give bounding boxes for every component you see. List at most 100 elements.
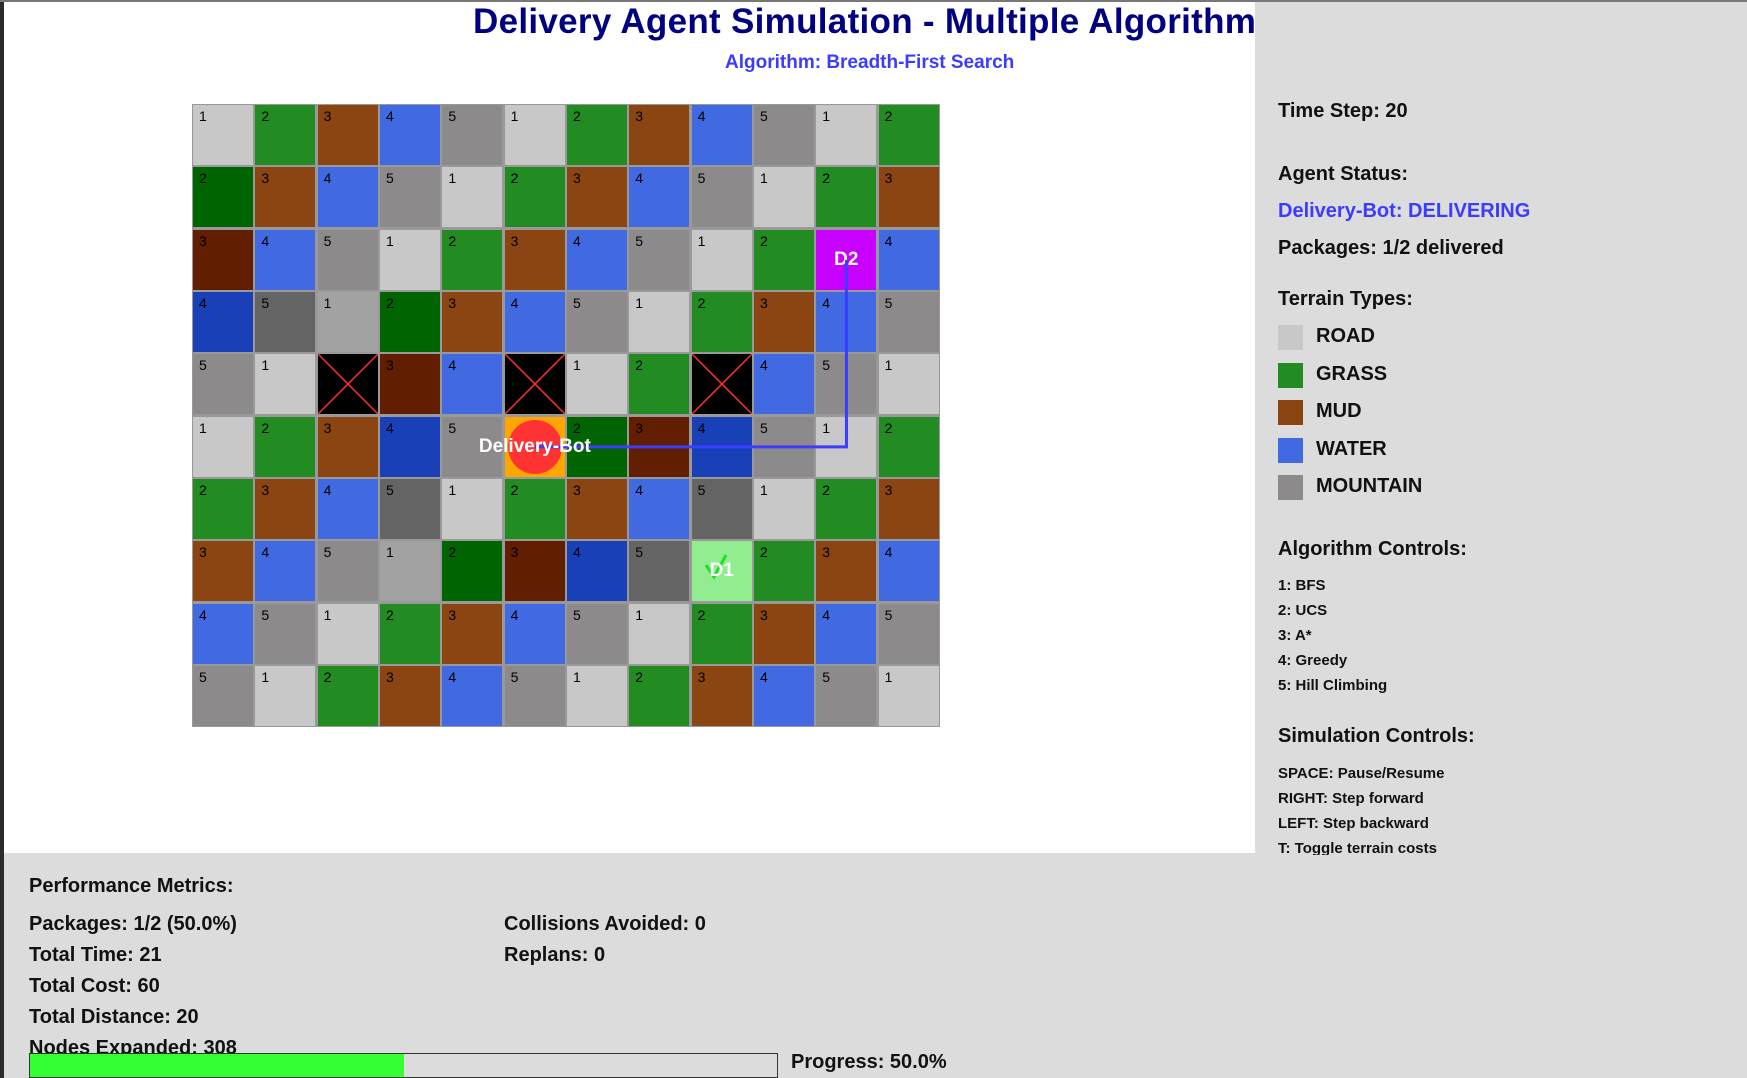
grid-cell[interactable]: 4 [691,105,752,165]
grid-cell[interactable]: 4 [878,541,939,602]
grid-cell[interactable]: 2 [255,416,316,477]
grid-cell[interactable]: 5 [566,291,627,352]
obstacle-cell[interactable] [504,353,566,415]
grid-cell[interactable]: 3 [629,416,690,477]
grid-cell[interactable]: 4 [816,603,877,664]
grid-cell[interactable]: 3 [317,416,378,477]
grid-cell[interactable]: 5 [317,541,378,602]
grid-cell[interactable]: 1 [816,416,877,477]
grid-cell[interactable]: 1 [317,603,378,664]
obstacle-cell[interactable] [691,353,753,415]
grid-cell[interactable]: 4 [566,541,627,602]
grid-cell[interactable]: 2 [878,416,939,477]
grid-cell[interactable]: 3 [317,105,378,165]
grid-cell[interactable]: 4 [255,229,316,290]
grid-cell[interactable]: 5 [566,603,627,664]
destination-d1[interactable]: D1 [691,541,752,602]
grid-cell[interactable]: 3 [504,229,565,290]
grid-cell[interactable]: 2 [442,541,503,602]
grid-cell[interactable]: 3 [255,167,316,228]
grid-cell[interactable]: 2 [317,665,378,726]
grid-cell[interactable]: 1 [878,354,939,415]
grid-cell[interactable]: 1 [255,354,316,415]
grid-cell[interactable]: 4 [629,167,690,228]
grid-cell[interactable]: 2 [691,291,752,352]
grid-cell[interactable]: 2 [753,229,814,290]
grid-cell[interactable]: 3 [816,541,877,602]
grid-cell[interactable]: 5 [255,291,316,352]
grid-cell[interactable]: 2 [629,665,690,726]
grid-cell[interactable]: 2 [442,229,503,290]
grid-cell[interactable]: 1 [566,665,627,726]
grid-cell[interactable]: 4 [379,416,440,477]
grid-cell[interactable]: 1 [193,416,253,477]
grid-cell[interactable]: 3 [753,291,814,352]
grid-cell[interactable]: 5 [753,105,814,165]
grid-cell[interactable]: 1 [753,478,814,539]
grid-cell[interactable]: 3 [442,603,503,664]
grid-cell[interactable]: 1 [816,105,877,165]
grid-cell[interactable]: 1 [442,478,503,539]
grid-cell[interactable]: 3 [878,478,939,539]
grid-cell[interactable]: 4 [753,354,814,415]
grid-cell[interactable]: 5 [255,603,316,664]
grid-cell[interactable]: 2 [753,541,814,602]
grid-cell[interactable]: 1 [255,665,316,726]
grid-cell[interactable]: 3 [193,541,253,602]
grid-cell[interactable]: 2 [629,354,690,415]
grid-map[interactable]: 1 2 3 4 5 1 2 3 4 5 1 2 2 3 4 5 1 2 3 4 5 1 2 3 3 4 5 1 2 3 4 5 1 2 D2 4 4 5 1… [192,104,940,727]
grid-cell[interactable]: 4 [753,665,814,726]
grid-cell[interactable]: 2 [193,167,253,228]
grid-cell[interactable]: 3 [442,291,503,352]
grid-cell[interactable]: 5 [878,603,939,664]
grid-cell[interactable]: 3 [193,229,253,290]
grid-cell[interactable]: 5 [379,478,440,539]
grid-cell[interactable]: 4 [442,354,503,415]
grid-cell[interactable]: 4 [255,541,316,602]
grid-cell[interactable]: 1 [379,229,440,290]
grid-cell[interactable]: 1 [193,105,253,165]
grid-cell[interactable]: 3 [255,478,316,539]
grid-cell[interactable]: 1 [629,291,690,352]
grid-cell[interactable]: 4 [317,167,378,228]
grid-cell[interactable]: 2 [816,478,877,539]
grid-cell[interactable]: 5 [816,665,877,726]
grid-cell[interactable]: 3 [566,167,627,228]
grid-cell[interactable]: 2 [504,478,565,539]
obstacle-cell[interactable] [317,353,379,415]
grid-cell[interactable]: 5 [691,167,752,228]
grid-cell[interactable]: 4 [193,291,253,352]
grid-cell[interactable]: 3 [504,541,565,602]
grid-cell[interactable]: 5 [629,229,690,290]
grid-cell[interactable]: 5 [878,291,939,352]
grid-cell[interactable]: 4 [193,603,253,664]
grid-cell[interactable]: 1 [504,105,565,165]
grid-cell[interactable]: 2 [878,105,939,165]
grid-cell[interactable]: 4 [629,478,690,539]
grid-cell[interactable]: 4 [504,603,565,664]
grid-cell[interactable]: 3 [878,167,939,228]
grid-cell[interactable]: 5 [442,105,503,165]
grid-cell[interactable]: 5 [629,541,690,602]
grid-cell[interactable]: 4 [878,229,939,290]
grid-cell[interactable]: 2 [816,167,877,228]
grid-cell[interactable]: 1 [317,291,378,352]
grid-cell[interactable]: 4 [691,416,752,477]
grid-cell[interactable]: 5 [193,354,253,415]
grid-cell[interactable]: 4 [504,291,565,352]
grid-cell[interactable]: 3 [379,665,440,726]
grid-cell[interactable]: 5 [379,167,440,228]
grid-cell[interactable]: 3 [753,603,814,664]
grid-cell[interactable]: 5 [317,229,378,290]
grid-cell[interactable]: 3 [379,354,440,415]
grid-cell[interactable]: 2 [193,478,253,539]
grid-cell[interactable]: 1 [753,167,814,228]
grid-cell[interactable]: 4 [566,229,627,290]
grid-cell[interactable]: 5 [504,665,565,726]
grid-cell[interactable]: 2 [379,603,440,664]
grid-cell[interactable]: 5 [816,354,877,415]
grid-cell[interactable]: 2 [379,291,440,352]
grid-cell[interactable]: 4 [317,478,378,539]
grid-cell[interactable]: 4 [816,291,877,352]
grid-cell[interactable]: 1 [878,665,939,726]
